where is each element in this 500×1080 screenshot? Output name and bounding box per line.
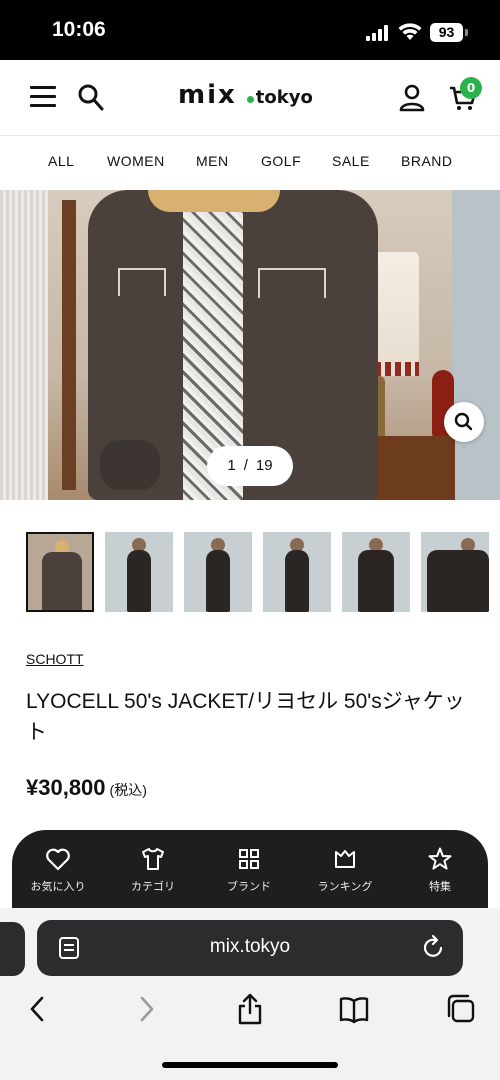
product-title: LYOCELL 50's JACKET/リヨセル 50'sジャケット: [26, 690, 465, 744]
zoom-search-icon: [454, 412, 473, 431]
price-amount: ¥30,800: [26, 775, 106, 800]
home-indicator: [162, 1062, 338, 1068]
account-icon[interactable]: [399, 84, 425, 112]
logo-tld-text: tokyo: [255, 87, 313, 108]
url-text: mix.tokyo: [209, 936, 291, 957]
grid-icon: [239, 849, 259, 869]
battery-indicator: 93: [430, 23, 463, 42]
site-logo[interactable]: mix tokyo: [178, 80, 313, 114]
battery-tip: [465, 29, 468, 36]
tab-brand[interactable]: ブランド: [209, 846, 289, 894]
back-icon[interactable]: [22, 992, 54, 1026]
image-counter: 1 / 19: [207, 446, 293, 486]
tab-category[interactable]: カテゴリ: [113, 846, 193, 894]
category-brand[interactable]: BRAND: [401, 153, 453, 169]
cart-count-badge: 0: [460, 77, 482, 99]
category-all[interactable]: ALL: [48, 153, 74, 169]
tab-feature-label: 特集: [429, 880, 451, 893]
tab-brand-label: ブランド: [227, 880, 271, 893]
previous-tab-peek[interactable]: [0, 922, 25, 976]
previous-slide-peek: [0, 190, 48, 500]
category-nav: ALL WOMEN MEN GOLF SALE BRAND: [0, 137, 500, 189]
share-icon[interactable]: [234, 992, 266, 1026]
price-tax-note: (税込): [109, 782, 147, 798]
shirt-icon: [142, 848, 164, 870]
page-menu-icon[interactable]: [58, 936, 80, 960]
thumbnail-4[interactable]: [263, 532, 331, 612]
status-time: 10:06: [52, 18, 106, 41]
star-icon: [428, 847, 452, 870]
search-icon[interactable]: [78, 84, 104, 112]
wifi-icon: [398, 23, 422, 40]
thumbnail-2[interactable]: [105, 532, 173, 612]
category-sale[interactable]: SALE: [332, 153, 370, 169]
signal-icon: [366, 25, 390, 41]
tab-ranking-label: ランキング: [317, 880, 373, 893]
tab-ranking[interactable]: ランキング: [305, 846, 385, 894]
forward-icon[interactable]: [130, 992, 162, 1026]
tabs-icon[interactable]: [444, 992, 476, 1026]
next-slide-peek: [452, 190, 500, 500]
thumbnail-1[interactable]: [26, 532, 94, 612]
thumbnail-strip: [26, 532, 500, 614]
product-brand-link[interactable]: SCHOTT: [26, 651, 84, 667]
category-women[interactable]: WOMEN: [107, 153, 165, 169]
status-bar: 10:06 93: [0, 0, 500, 60]
product-price: ¥30,800 (税込): [26, 775, 147, 801]
hamburger-menu-icon[interactable]: [30, 86, 56, 108]
heart-icon: [46, 848, 70, 871]
category-golf[interactable]: GOLF: [261, 153, 301, 169]
crown-icon: [335, 850, 355, 868]
logo-main-text: mix: [178, 80, 237, 110]
reload-icon[interactable]: [422, 934, 446, 960]
address-bar[interactable]: mix.tokyo: [37, 920, 463, 976]
tab-category-label: カテゴリ: [131, 880, 175, 893]
tab-favorites-label: お気に入り: [30, 880, 86, 893]
bottom-tab-bar: お気に入り カテゴリ ブランド ランキング 特集: [12, 830, 488, 920]
logo-dot: [246, 96, 254, 103]
thumbnail-5[interactable]: [342, 532, 410, 612]
tab-favorites[interactable]: お気に入り: [18, 846, 98, 894]
thumbnail-6[interactable]: [421, 532, 489, 612]
counter-separator: /: [243, 457, 248, 474]
zoom-button[interactable]: [444, 402, 484, 442]
counter-total: 19: [255, 457, 273, 474]
category-men[interactable]: MEN: [196, 153, 229, 169]
tab-feature[interactable]: 特集: [400, 846, 480, 894]
thumbnail-3[interactable]: [184, 532, 252, 612]
bookmarks-icon[interactable]: [338, 992, 370, 1026]
counter-current: 1: [227, 457, 236, 474]
